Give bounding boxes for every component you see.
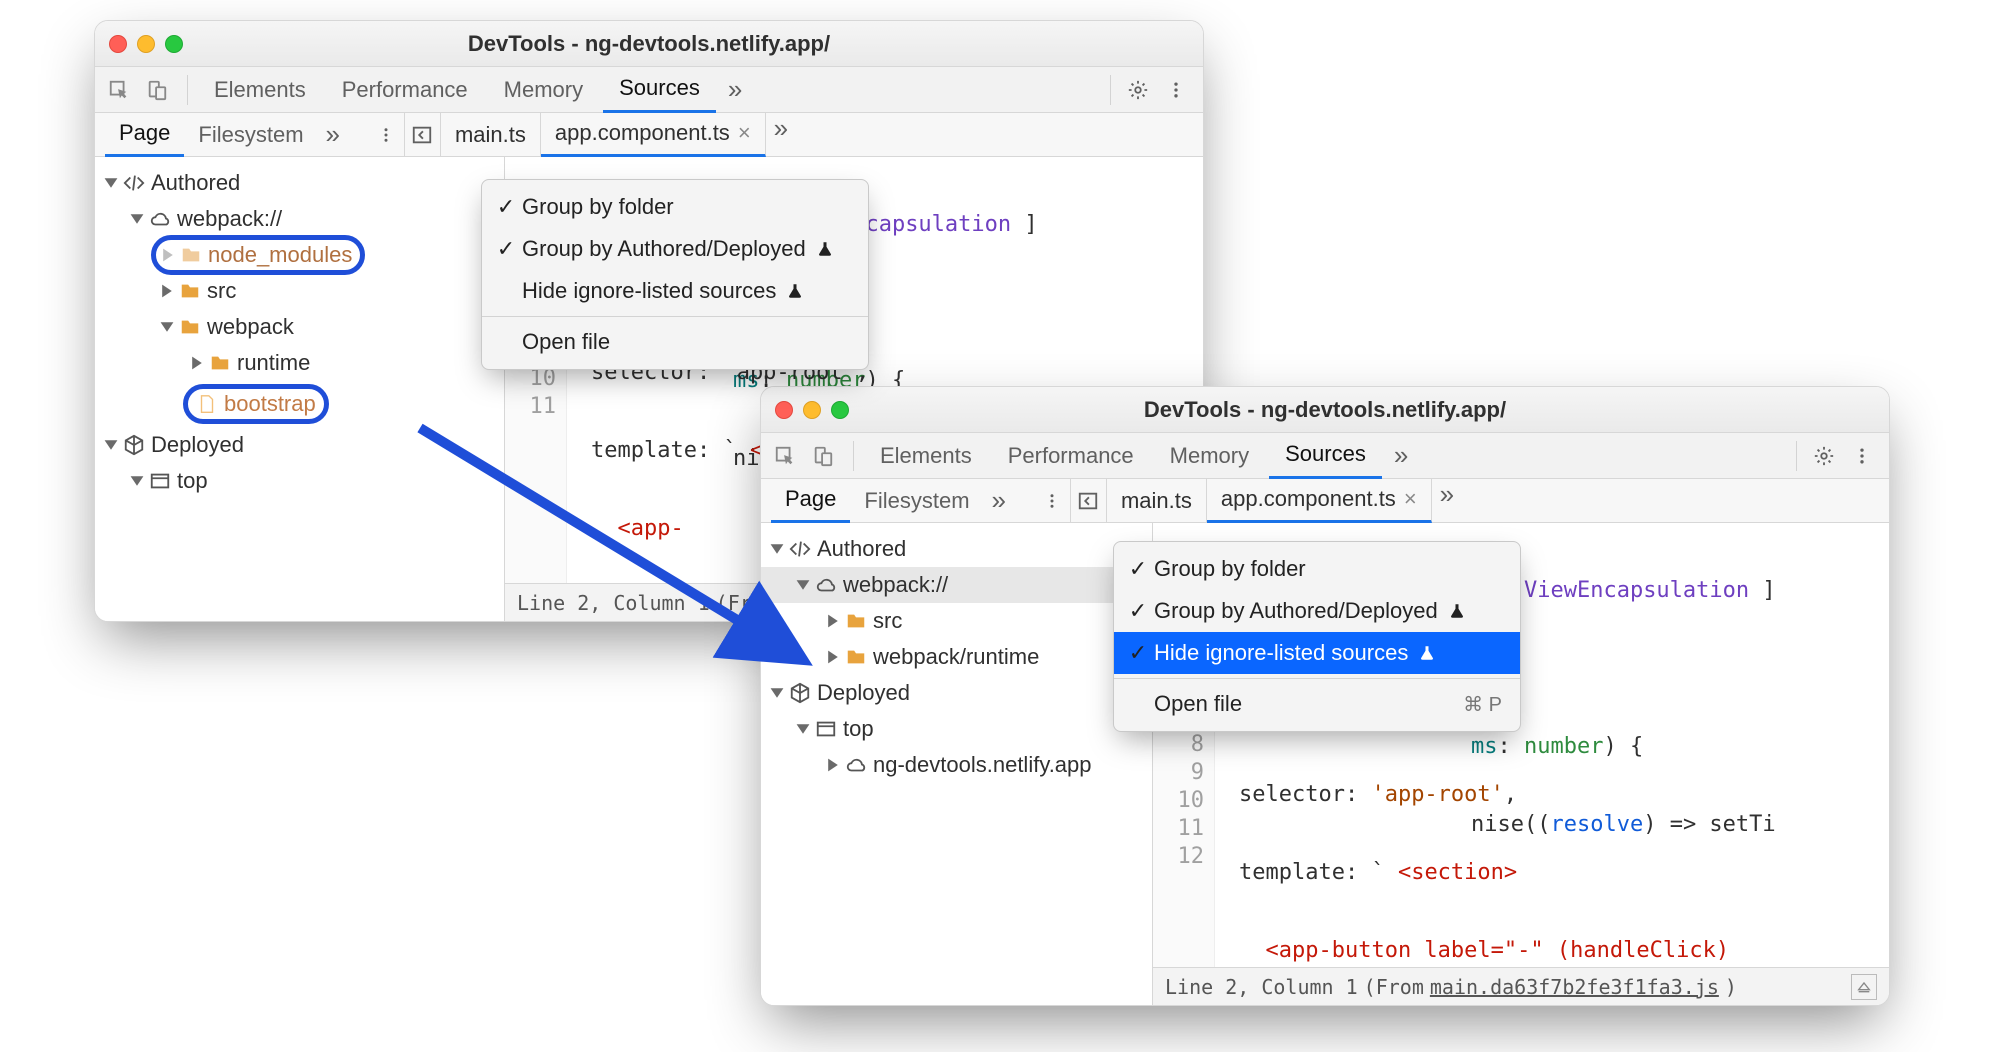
navigator-menu-icon[interactable] [368,113,404,156]
device-toggle-icon[interactable] [143,73,177,107]
menu-item-label: Group by Authored/Deployed [522,236,806,262]
tree-top[interactable]: top [761,711,1152,747]
tab-performance[interactable]: Performance [326,67,484,113]
tab-memory[interactable]: Memory [488,67,599,113]
menu-group-by-folder[interactable]: ✓Group by folder [1114,548,1520,590]
menu-hide-ignore-listed[interactable]: Hide ignore-listed sources [482,270,868,312]
main-menu-icon[interactable] [1845,439,1879,473]
navigator-more-icon[interactable]: » [984,485,1014,516]
menu-shortcut: ⌘ P [1463,692,1502,717]
menu-open-file[interactable]: Open file [482,321,868,363]
more-tabs-icon[interactable]: » [1386,440,1416,471]
menu-hide-ignore-listed[interactable]: ✓Hide ignore-listed sources [1114,632,1520,674]
tree-bootstrap[interactable]: bootstrap [95,381,504,427]
traffic-zoom-icon[interactable] [165,35,183,53]
tree-bootstrap-label: bootstrap [224,391,316,417]
tree-top[interactable]: top [95,463,504,499]
menu-item-label: Hide ignore-listed sources [522,278,776,304]
navigator-menu-icon[interactable] [1034,479,1070,522]
tree-webpack-folder-label: webpack [207,314,294,340]
navigator-tab-page[interactable]: Page [771,479,850,523]
tree-runtime[interactable]: runtime [95,345,504,381]
tree-node-modules-label: node_modules [208,242,352,268]
tree-authored[interactable]: Authored [761,531,1152,567]
tree-deployed[interactable]: Deployed [761,675,1152,711]
tab-elements[interactable]: Elements [198,67,322,113]
inspect-icon[interactable] [771,439,805,473]
menu-group-authored-deployed[interactable]: ✓Group by Authored/Deployed [1114,590,1520,632]
context-menu: ✓Group by folder ✓Group by Authored/Depl… [1113,541,1521,732]
tree-webpack-label: webpack:// [177,206,282,232]
menu-open-file[interactable]: Open file ⌘ P [1114,683,1520,725]
close-tab-icon[interactable]: × [1404,486,1417,512]
tab-sources[interactable]: Sources [603,67,716,113]
tree-src-label: src [207,278,236,304]
tree-webpack-scheme[interactable]: webpack:// [95,201,504,237]
tree-src[interactable]: src [95,273,504,309]
tab-sources[interactable]: Sources [1269,433,1382,479]
tree-authored-label: Authored [151,170,240,196]
traffic-zoom-icon[interactable] [831,401,849,419]
traffic-close-icon[interactable] [775,401,793,419]
tree-webpack-scheme[interactable]: webpack:// [761,567,1152,603]
settings-gear-icon[interactable] [1121,73,1155,107]
gutter-line: 11 [505,393,556,421]
tree-deployed-label: Deployed [151,432,244,458]
window-title: DevTools - ng-devtools.netlify.app/ [761,397,1889,423]
flask-icon [816,240,834,258]
traffic-minimize-icon[interactable] [803,401,821,419]
menu-group-by-folder[interactable]: ✓Group by folder [482,186,868,228]
settings-gear-icon[interactable] [1807,439,1841,473]
menu-item-label: Group by folder [522,194,674,220]
traffic-close-icon[interactable] [109,35,127,53]
file-tab-appcomponent[interactable]: app.component.ts × [1207,479,1432,523]
sourcemap-link[interactable]: main.da63f7b2fe3f1fa3.js [1430,975,1719,999]
flask-icon [786,282,804,300]
nav-history-icon[interactable] [1071,479,1107,522]
more-tabs-icon[interactable]: » [720,74,750,105]
flask-icon [1448,602,1466,620]
tree-webpack-runtime[interactable]: webpack/runtime [761,639,1152,675]
close-tab-icon[interactable]: × [738,120,751,146]
window-title: DevTools - ng-devtools.netlify.app/ [95,31,1203,57]
filetab-overflow-icon[interactable]: » [1432,479,1462,522]
tree-runtime-label: runtime [237,350,310,376]
inspect-icon[interactable] [105,73,139,107]
navigator-more-icon[interactable]: » [318,119,348,150]
tree-webpack-folder[interactable]: webpack [95,309,504,345]
menu-item-label: Open file [522,329,610,355]
file-tab-main-label: main.ts [455,122,526,148]
context-menu: ✓Group by folder ✓Group by Authored/Depl… [481,179,869,370]
flask-icon [1418,644,1436,662]
tree-authored[interactable]: Authored [95,165,504,201]
tab-performance[interactable]: Performance [992,433,1150,479]
tree-node-modules[interactable]: node_modules [95,237,504,273]
tree-deployed[interactable]: Deployed [95,427,504,463]
tab-elements[interactable]: Elements [864,433,988,479]
traffic-minimize-icon[interactable] [137,35,155,53]
file-tab-main[interactable]: main.ts [1107,479,1207,523]
tab-memory[interactable]: Memory [1154,433,1265,479]
file-tab-appcomponent[interactable]: app.component.ts × [541,113,766,157]
file-tab-appcomponent-label: app.component.ts [555,120,730,146]
device-toggle-icon[interactable] [809,439,843,473]
file-tab-main[interactable]: main.ts [441,113,541,157]
main-menu-icon[interactable] [1159,73,1193,107]
filetab-overflow-icon[interactable]: » [766,113,796,156]
navigator-tab-page[interactable]: Page [105,113,184,157]
navigator-tab-filesystem[interactable]: Filesystem [184,113,317,157]
titlebar: DevTools - ng-devtools.netlify.app/ [761,387,1889,433]
tree-src[interactable]: src [761,603,1152,639]
show-drawer-icon[interactable] [1851,974,1877,1000]
status-bar: Line 2, Column 1 (From main.da63f7b2fe3f… [1153,967,1889,1005]
nav-history-icon[interactable] [405,113,441,156]
menu-group-authored-deployed[interactable]: ✓Group by Authored/Deployed [482,228,868,270]
navigator-tab-filesystem[interactable]: Filesystem [850,479,983,523]
tree-top-label: top [177,468,208,494]
tree-domain[interactable]: ng-devtools.netlify.app [761,747,1152,783]
titlebar: DevTools - ng-devtools.netlify.app/ [95,21,1203,67]
